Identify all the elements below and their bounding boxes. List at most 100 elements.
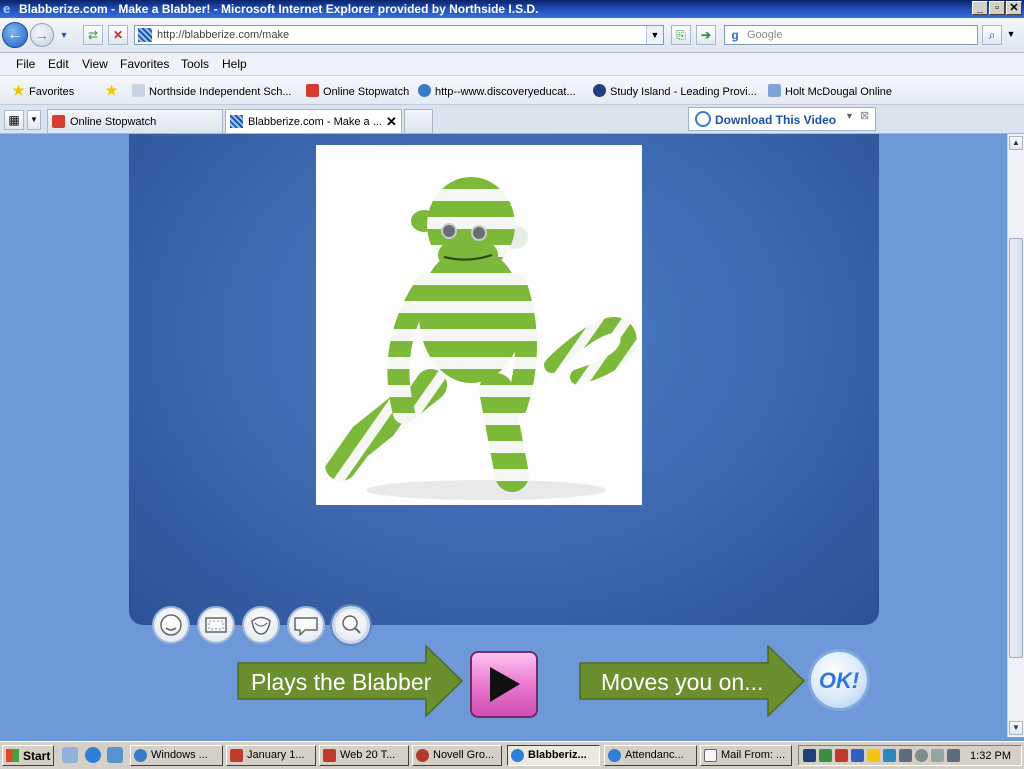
- menu-view[interactable]: View: [82, 57, 108, 71]
- task-january[interactable]: January 1...: [226, 745, 316, 766]
- quicklaunch-app-icon[interactable]: [107, 747, 123, 763]
- back-arrow-icon: ←: [7, 26, 23, 43]
- ok-button[interactable]: OK!: [808, 649, 870, 711]
- favorite-link-discovery[interactable]: http--www.discoveryeducat...: [418, 84, 576, 98]
- menu-help[interactable]: Help: [222, 57, 247, 71]
- play-button[interactable]: [470, 651, 538, 718]
- tray-app-icon[interactable]: [883, 749, 896, 762]
- power-icon[interactable]: [947, 749, 960, 762]
- address-input[interactable]: http://blabberize.com/make ▼: [134, 25, 664, 45]
- tool-speech-button[interactable]: [287, 606, 325, 644]
- tab-online-stopwatch[interactable]: Online Stopwatch: [47, 109, 223, 133]
- close-download-bar-icon[interactable]: ⊠: [860, 109, 869, 122]
- quicklaunch-ie-icon[interactable]: [85, 747, 101, 763]
- search-options-dropdown[interactable]: ▼: [1004, 25, 1018, 45]
- task-label: Web 20 T...: [340, 749, 396, 761]
- blabberize-favicon-icon: [230, 115, 243, 128]
- scroll-down-button[interactable]: ▼: [1009, 721, 1023, 735]
- favorite-link-label: Online Stopwatch: [323, 86, 410, 98]
- task-label: January 1...: [247, 749, 305, 761]
- tool-face-button[interactable]: [152, 606, 190, 644]
- forward-arrow-icon: →: [35, 27, 49, 43]
- close-button[interactable]: ✕: [1006, 1, 1022, 15]
- tray-app-icon[interactable]: [931, 749, 944, 762]
- magnifier-icon: [342, 615, 361, 634]
- download-options-icon[interactable]: ▼: [845, 111, 854, 121]
- scroll-thumb[interactable]: [1009, 238, 1023, 658]
- search-input[interactable]: g Google: [724, 25, 978, 45]
- forward-button[interactable]: →: [30, 23, 54, 47]
- tool-preview-button[interactable]: [332, 606, 370, 644]
- tray-app-icon[interactable]: [835, 749, 848, 762]
- quick-tabs-icon: ▦: [8, 113, 20, 127]
- go-arrow-icon: ➔: [700, 28, 712, 42]
- menu-file[interactable]: File: [16, 57, 35, 71]
- task-label: Attendanc...: [625, 749, 684, 761]
- clock[interactable]: 1:32 PM: [970, 750, 1011, 762]
- ie-logo-icon: e: [3, 1, 11, 16]
- tool-crop-button[interactable]: [197, 606, 235, 644]
- ie-icon: [608, 749, 621, 762]
- sock-monkey-image[interactable]: [316, 145, 642, 505]
- plays-blabber-label: Plays the Blabber: [251, 669, 432, 695]
- menu-favorites[interactable]: Favorites: [120, 57, 169, 71]
- bluetooth-icon[interactable]: [851, 749, 864, 762]
- vertical-scrollbar[interactable]: ▲ ▼: [1007, 134, 1024, 737]
- new-tab-button[interactable]: [404, 109, 433, 133]
- maximize-button[interactable]: ▫: [989, 1, 1005, 15]
- refresh-button[interactable]: ⇄: [83, 25, 103, 45]
- sock-monkey-drawing: [325, 177, 637, 500]
- google-logo-icon: g: [731, 28, 739, 42]
- minimize-button[interactable]: _: [972, 1, 988, 15]
- task-attendance[interactable]: Attendanc...: [604, 745, 697, 766]
- favorite-link-stopwatch[interactable]: Online Stopwatch: [306, 84, 409, 98]
- speech-bubble-icon: [294, 617, 318, 636]
- task-blabberize[interactable]: Blabberiz...: [507, 745, 600, 766]
- menu-tools[interactable]: Tools: [181, 57, 209, 71]
- quicklaunch-desktop-icon[interactable]: [62, 747, 78, 763]
- powerpoint-icon: [230, 749, 243, 762]
- favorites-button[interactable]: Favorites: [12, 84, 74, 98]
- favorite-link-label: http--www.discoveryeducat...: [435, 86, 576, 98]
- favorites-bar: Favorites Northside Independent Sch... O…: [0, 76, 1024, 105]
- favorite-link-study-island[interactable]: Study Island - Leading Provi...: [593, 84, 757, 98]
- window-titlebar: e Blabberize.com - Make a Blabber! - Mic…: [0, 0, 1024, 18]
- close-tab-icon[interactable]: ✕: [386, 114, 397, 130]
- tool-mouth-button[interactable]: [242, 606, 280, 644]
- network-icon[interactable]: [899, 749, 912, 762]
- tab-list-dropdown[interactable]: ▼: [27, 110, 41, 130]
- scroll-up-button[interactable]: ▲: [1009, 136, 1023, 150]
- quick-tabs-button[interactable]: ▦: [4, 110, 24, 130]
- compatibility-view-button[interactable]: ⎘: [671, 25, 691, 45]
- search-button[interactable]: ⌕: [982, 25, 1002, 45]
- favorite-link-holt[interactable]: Holt McDougal Online: [768, 84, 892, 98]
- go-button[interactable]: ➔: [696, 25, 716, 45]
- tray-app-icon[interactable]: [819, 749, 832, 762]
- task-novell[interactable]: Novell Gro...: [412, 745, 502, 766]
- address-dropdown-button[interactable]: ▼: [646, 26, 663, 44]
- tray-app-icon[interactable]: [803, 749, 816, 762]
- task-label: Mail From: ...: [721, 749, 786, 761]
- tray-app-icon[interactable]: [867, 749, 880, 762]
- back-button[interactable]: ←: [2, 22, 28, 48]
- menu-edit[interactable]: Edit: [48, 57, 69, 71]
- start-button[interactable]: Start: [2, 745, 54, 766]
- address-url: http://blabberize.com/make: [157, 29, 290, 41]
- volume-icon[interactable]: [915, 749, 928, 762]
- favorite-link-label: Holt McDougal Online: [785, 86, 892, 98]
- download-video-button[interactable]: Download This Video ▼ ⊠: [688, 107, 876, 131]
- northside-icon: [132, 84, 145, 97]
- task-windows[interactable]: Windows ...: [130, 745, 223, 766]
- stopwatch-icon: [52, 115, 65, 128]
- stopwatch-icon: [306, 84, 319, 97]
- refresh-icon: ⇄: [87, 28, 99, 42]
- history-dropdown-icon[interactable]: ▼: [57, 26, 71, 46]
- tab-blabberize[interactable]: Blabberize.com - Make a ... ✕: [225, 109, 402, 133]
- task-web20[interactable]: Web 20 T...: [319, 745, 409, 766]
- stop-button[interactable]: ✕: [108, 25, 128, 45]
- task-mail[interactable]: Mail From: ...: [700, 745, 792, 766]
- compat-page-icon: ⎘: [676, 28, 686, 42]
- favorite-link-northside[interactable]: Northside Independent Sch...: [132, 84, 291, 98]
- page-content: Plays the Blabber Moves you on... OK!: [0, 134, 1007, 737]
- add-to-favorites-button[interactable]: [105, 84, 122, 98]
